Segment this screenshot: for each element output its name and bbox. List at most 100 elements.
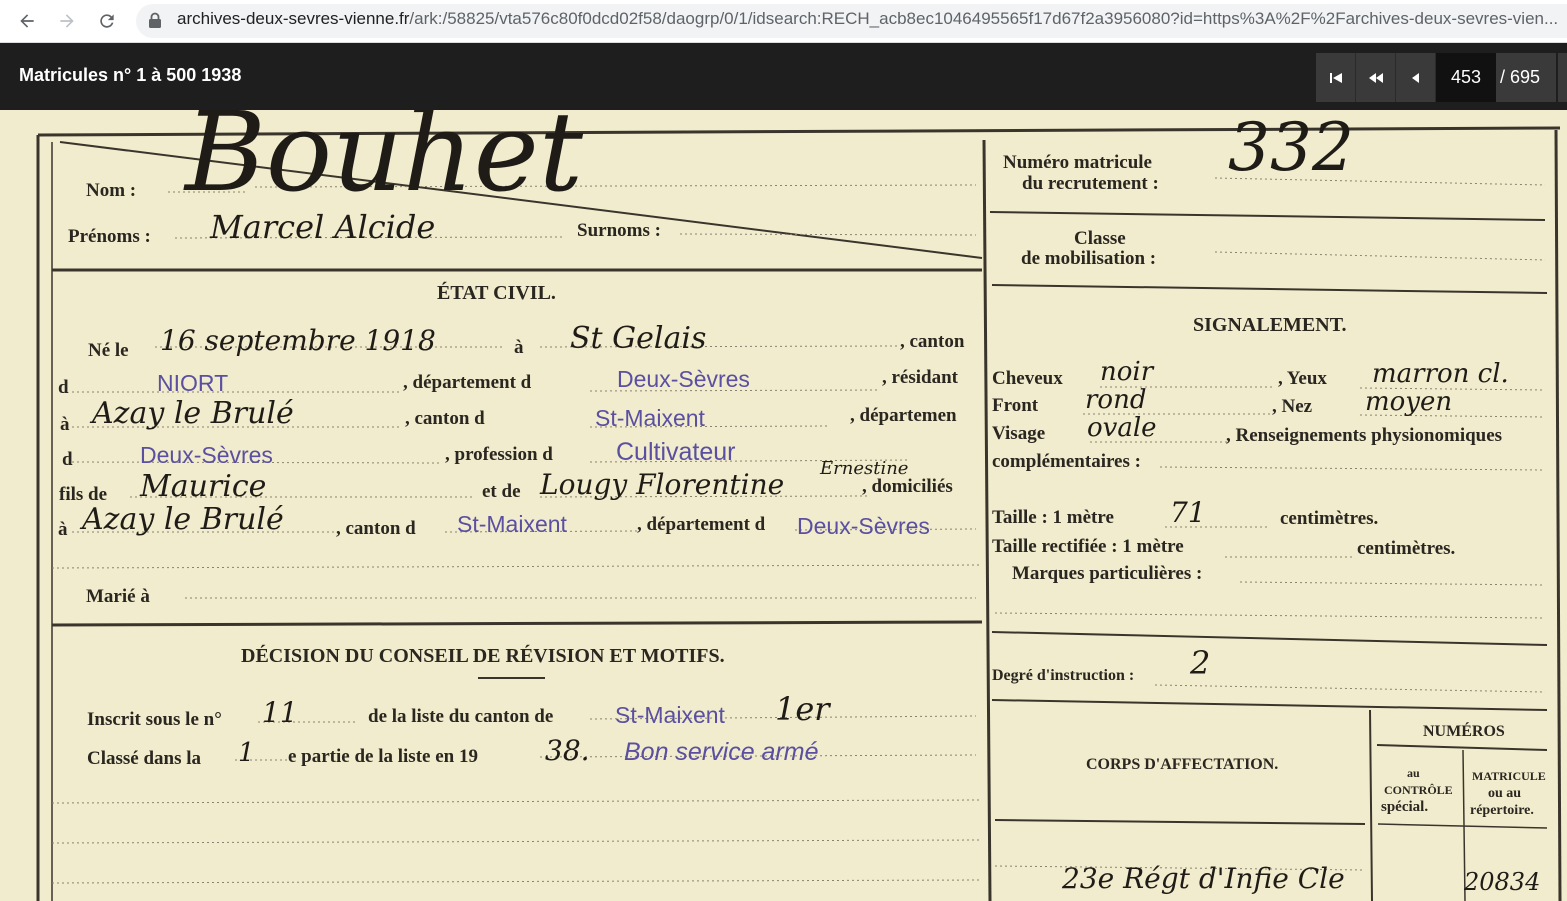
yeux-value: marron cl. bbox=[1372, 359, 1509, 389]
next-page-button[interactable] bbox=[1558, 53, 1567, 102]
visage-value: ovale bbox=[1087, 413, 1157, 443]
partie-label: e partie de la liste en 19 bbox=[288, 746, 478, 767]
departement-value: Deux-Sèvres bbox=[617, 366, 750, 392]
corps-matricule: 20834 bbox=[1463, 868, 1540, 896]
domicilies-label: , domiciliés bbox=[862, 476, 953, 497]
annee-value: 38. bbox=[545, 734, 590, 767]
a-label-2: à bbox=[60, 414, 70, 435]
yeux-label: , Yeux bbox=[1278, 368, 1327, 389]
marques-label: Marques particulières : bbox=[1012, 563, 1202, 584]
surname-handwritten: Bouhet bbox=[183, 110, 584, 216]
matricule-col-3: répertoire. bbox=[1470, 803, 1534, 818]
liste-extra: 1er bbox=[775, 690, 831, 728]
cheveux-value: noir bbox=[1100, 357, 1155, 387]
pager: 453 / 695 bbox=[1316, 53, 1567, 102]
inscrit-label: Inscrit sous le n° bbox=[87, 709, 222, 730]
departement-label-2: , départemen bbox=[850, 405, 957, 426]
profession-value: Cultivateur bbox=[616, 438, 736, 466]
classe-label-1: Classe bbox=[1074, 228, 1126, 249]
nez-label: , Nez bbox=[1272, 396, 1313, 417]
corps-title: CORPS D'AFFECTATION. bbox=[1086, 756, 1278, 773]
surnoms-label: Surnoms : bbox=[577, 220, 661, 241]
classe-label-2: de mobilisation : bbox=[1021, 248, 1156, 269]
liste-label: de la liste du canton de bbox=[368, 706, 553, 727]
matricule-label-2: du recrutement : bbox=[1022, 173, 1159, 194]
ne-le-label: Né le bbox=[88, 340, 129, 361]
first-page-button[interactable] bbox=[1316, 53, 1356, 102]
prenoms-label: Prénoms : bbox=[68, 226, 151, 247]
register-page: Bouhet Nom : Prénoms : Marcel Alcide Sur… bbox=[36, 110, 1562, 901]
caret-left-icon bbox=[1411, 72, 1419, 83]
arrow-right-icon bbox=[60, 14, 74, 28]
matricule-value: 332 bbox=[1228, 110, 1354, 186]
father-value: Maurice bbox=[139, 469, 266, 504]
front-label: Front bbox=[992, 395, 1039, 416]
renseignements-label: , Renseignements physionomiques bbox=[1226, 425, 1502, 446]
nom-label: Nom : bbox=[86, 180, 136, 201]
cheveux-label: Cheveux bbox=[992, 368, 1063, 389]
signalement-title: SIGNALEMENT. bbox=[1193, 314, 1347, 336]
corps-value: 23e Régt d'Infie Cle bbox=[1061, 862, 1345, 895]
canton-label-2: , canton d bbox=[405, 408, 485, 429]
taille-label: Taille : 1 mètre bbox=[992, 507, 1114, 528]
taille-value: 71 bbox=[1170, 496, 1206, 529]
canton-label-3: , canton d bbox=[336, 518, 416, 539]
profession-label: , profession d bbox=[445, 444, 553, 465]
canton-value-2: St-Maixent bbox=[595, 405, 706, 431]
matricule-label-1: Numéro matricule bbox=[1003, 152, 1152, 173]
matricule-col-1: MATRICULE bbox=[1472, 769, 1546, 783]
etat-civil-title: ÉTAT CIVIL. bbox=[437, 281, 556, 304]
departement-label: , département d bbox=[403, 372, 532, 393]
matricule-col-2: ou au bbox=[1488, 786, 1521, 801]
viewer-header: Matricules n° 1 à 500 1938 453 / 695 bbox=[0, 43, 1567, 110]
url-path: /ark:/58825/vta576c80f0dcd02f58/daogrp/0… bbox=[409, 9, 1559, 28]
rewind-button[interactable] bbox=[1356, 53, 1396, 102]
d-label-2: d bbox=[62, 449, 73, 470]
inscrit-value: 11 bbox=[262, 696, 298, 729]
complementaires-label: complémentaires : bbox=[992, 451, 1141, 472]
classe-dans-label: Classé dans la bbox=[87, 748, 202, 769]
prenoms-value: Marcel Alcide bbox=[209, 208, 435, 246]
visage-label: Visage bbox=[992, 423, 1045, 444]
etde-label: et de bbox=[482, 481, 521, 502]
back-button[interactable] bbox=[12, 6, 42, 36]
first-page-icon bbox=[1329, 72, 1342, 83]
canton-label: , canton bbox=[900, 331, 965, 352]
nez-value: moyen bbox=[1365, 387, 1452, 417]
canton-value: NIORT bbox=[157, 370, 228, 396]
reload-button[interactable] bbox=[92, 6, 122, 36]
controle-label-1: au bbox=[1407, 766, 1420, 780]
bon-service-stamp: Bon service armé bbox=[624, 738, 819, 766]
browser-toolbar: archives-deux-sevres-vienne.fr/ark:/5882… bbox=[0, 0, 1567, 43]
d-label-1: d bbox=[58, 377, 69, 398]
current-page-input[interactable]: 453 bbox=[1436, 53, 1496, 102]
departement-value-2: Deux-Sèvres bbox=[140, 442, 273, 468]
degre-value: 2 bbox=[1189, 644, 1210, 682]
document-image[interactable]: Bouhet Nom : Prénoms : Marcel Alcide Sur… bbox=[0, 110, 1567, 901]
mother-value: Lougy Florentine bbox=[539, 468, 784, 501]
arrow-left-icon bbox=[20, 14, 34, 28]
centimetres-label-2: centimètres. bbox=[1357, 538, 1455, 559]
centimetres-label: centimètres. bbox=[1280, 508, 1378, 529]
departement-value-3: Deux-Sèvres bbox=[797, 513, 930, 539]
ne-le-value: 16 septembre 1918 bbox=[160, 324, 436, 357]
canton-value-3: St-Maixent bbox=[457, 511, 568, 537]
previous-page-button[interactable] bbox=[1396, 53, 1436, 102]
forward-button[interactable] bbox=[52, 6, 82, 36]
url-text[interactable]: archives-deux-sevres-vienne.fr/ark:/5882… bbox=[177, 9, 1558, 29]
a-label-3: à bbox=[58, 519, 68, 540]
front-value: rond bbox=[1085, 385, 1146, 415]
residence-value: Azay le Brulé bbox=[89, 396, 294, 431]
taille-rectifiee-label: Taille rectifiée : 1 mètre bbox=[992, 536, 1184, 557]
a-label: à bbox=[514, 337, 524, 358]
total-pages: / 695 bbox=[1496, 53, 1556, 102]
domicile-value: Azay le Brulé bbox=[79, 502, 284, 537]
url-host: archives-deux-sevres-vienne.fr bbox=[177, 9, 410, 28]
departement-label-3: , département d bbox=[637, 514, 766, 535]
document-title: Matricules n° 1 à 500 1938 bbox=[19, 65, 242, 85]
classe-dans-value: 1 bbox=[238, 738, 255, 768]
degre-label: Degré d'instruction : bbox=[992, 667, 1134, 684]
numeros-title: NUMÉROS bbox=[1423, 721, 1505, 740]
decision-title: DÉCISION DU CONSEIL DE RÉVISION ET MOTIF… bbox=[241, 644, 725, 667]
reload-icon bbox=[100, 14, 114, 28]
